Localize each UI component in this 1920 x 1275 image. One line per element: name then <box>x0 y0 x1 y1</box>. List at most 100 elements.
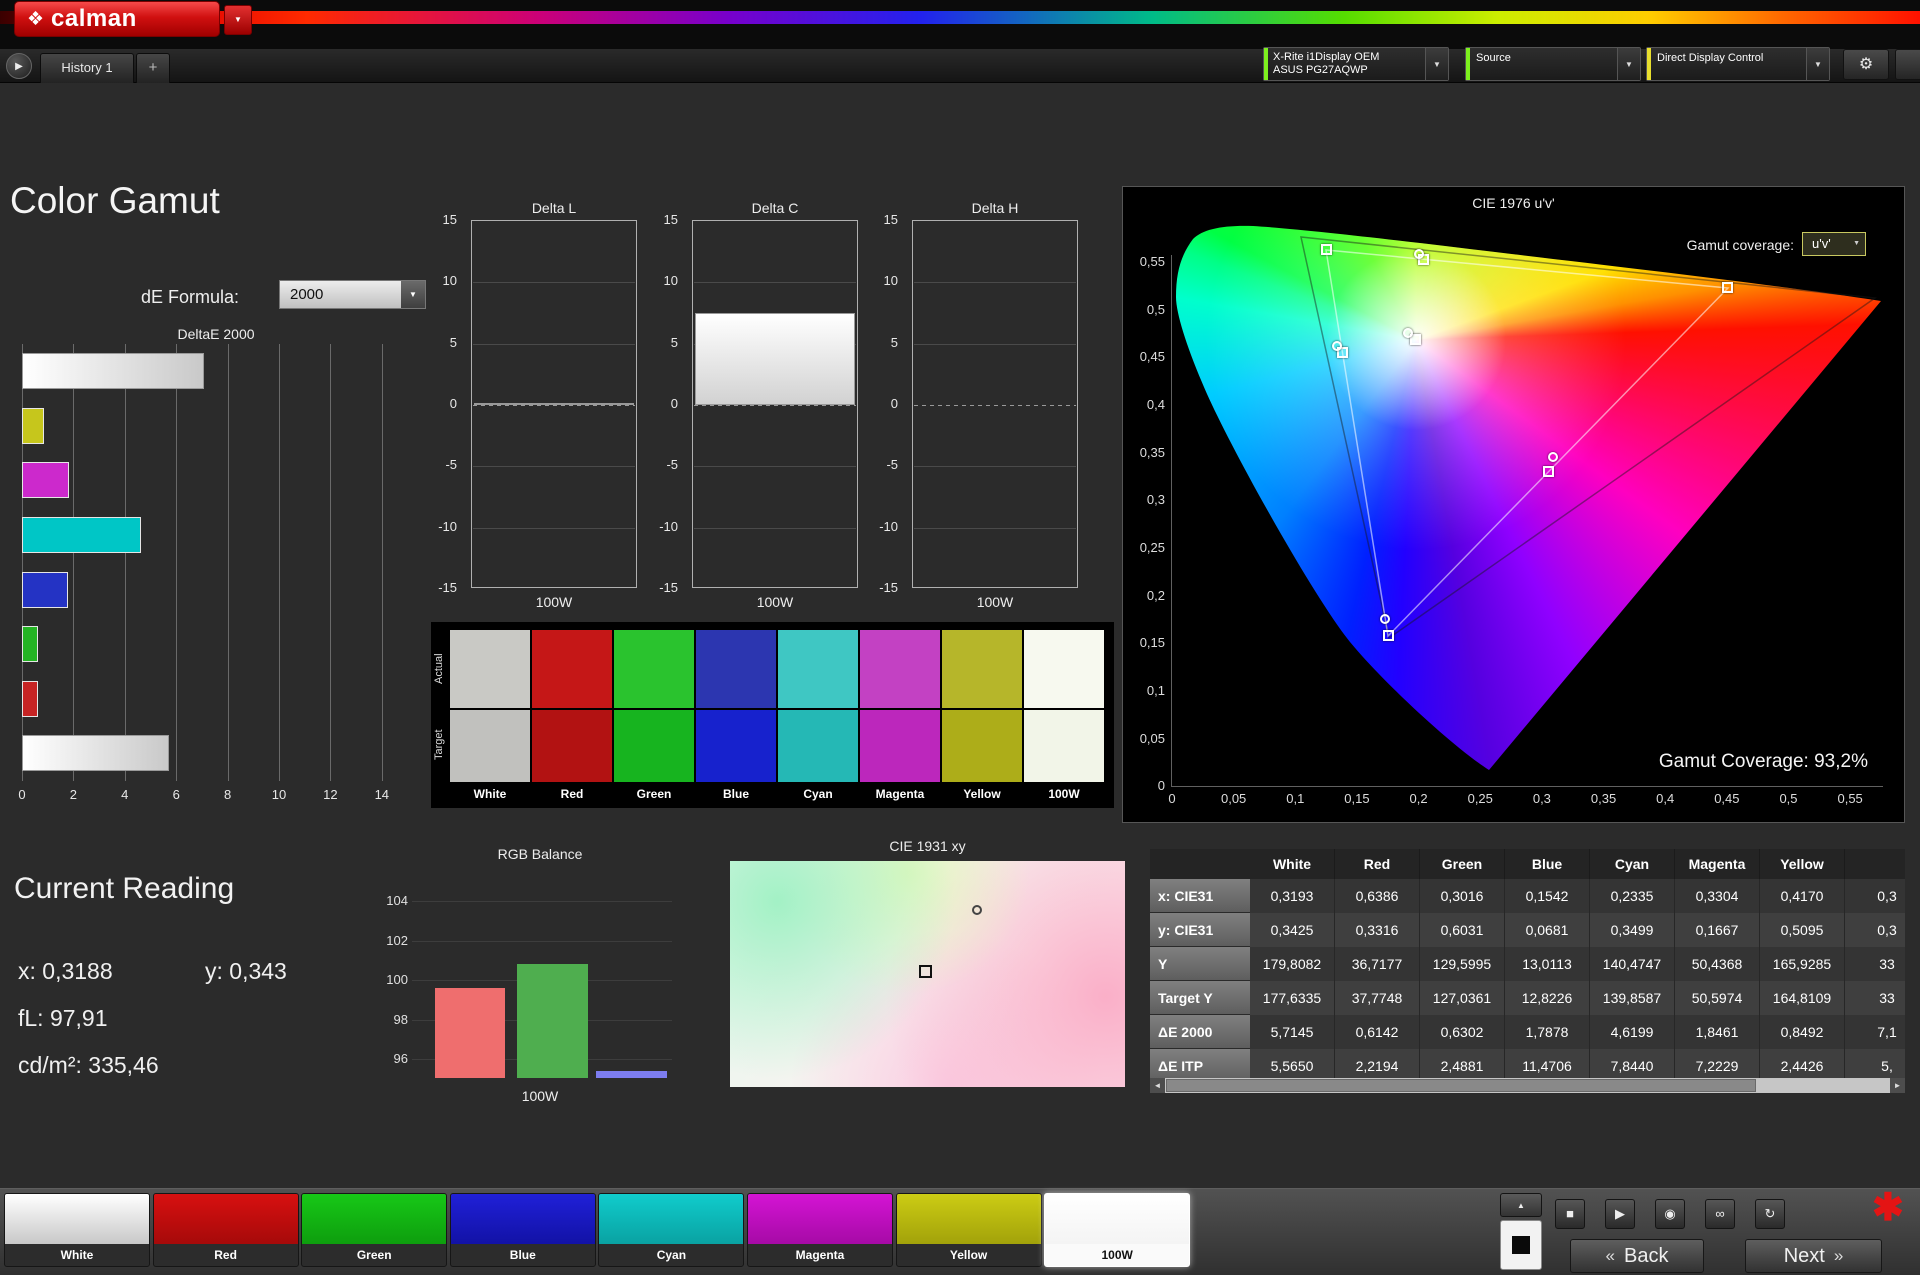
pattern-color <box>748 1194 892 1244</box>
column-header: Green <box>1420 849 1505 879</box>
plot-area <box>692 220 858 588</box>
table-cell: 1,7878 <box>1505 1015 1590 1049</box>
gridline <box>473 527 635 529</box>
column-header: White <box>1250 849 1335 879</box>
tab-history-1[interactable]: History 1 <box>40 53 134 83</box>
row-label: x: CIE31 <box>1150 879 1250 913</box>
stop-icon[interactable]: ■ <box>1555 1199 1585 1229</box>
deltae-x-axis: 0 2 4 6 8 10 12 14 <box>18 787 422 805</box>
pattern-window-button[interactable] <box>1500 1220 1542 1270</box>
table-cell: 0,1542 <box>1505 879 1590 913</box>
y-tick-label: 10 <box>883 273 898 289</box>
circle-marker <box>971 904 982 915</box>
display-control-label: Direct Display Control <box>1657 52 1764 64</box>
scroll-left-icon[interactable]: ◄ <box>1150 1078 1165 1093</box>
swatch-label: Green <box>636 787 672 801</box>
source-dropdown[interactable]: Source ▼ <box>1465 47 1641 81</box>
gridline <box>412 940 672 942</box>
gear-icon: ⚙ <box>1858 56 1874 73</box>
gridline <box>473 282 635 284</box>
swatch-label: Red <box>560 787 584 801</box>
pattern-bar: White Red Green Blue Cyan Magenta Yellow 100W ▲… <box>0 1187 1920 1275</box>
chart-title: Delta H <box>971 200 1019 216</box>
y-tick-label: 0 <box>449 396 457 411</box>
table-cell: 179,8082 <box>1250 947 1335 981</box>
y-axis-labels: 15 10 5 0 -5 -10 -15 <box>415 200 463 620</box>
plot-area <box>471 220 637 588</box>
x-axis-label: 100W <box>535 594 573 610</box>
pattern-button-blue[interactable]: Blue <box>449 1193 596 1267</box>
chevrons-left-icon: « <box>1605 1246 1615 1265</box>
meter-dropdown[interactable]: X-Rite i1Display OEM ASUS PG27AQWP ▼ <box>1263 47 1449 81</box>
table-horizontal-scrollbar[interactable]: ◄ ► <box>1150 1078 1905 1093</box>
display-control-dropdown[interactable]: Direct Display Control ▼ <box>1646 47 1830 81</box>
next-button[interactable]: Next » <box>1745 1239 1882 1273</box>
chevron-down-icon[interactable]: ▼ <box>1806 48 1829 80</box>
calman-logo[interactable]: ❖ calman <box>14 1 220 37</box>
pattern-button-yellow[interactable]: Yellow <box>895 1193 1042 1267</box>
tab-scroll-button[interactable]: ▶ <box>6 53 32 79</box>
swatch-actual-magenta <box>860 630 940 708</box>
chevron-down-icon[interactable]: ▼ <box>1425 48 1448 80</box>
column-header: Cyan <box>1590 849 1675 879</box>
table-cell: 165,9285 <box>1760 947 1845 981</box>
pattern-button-white[interactable]: White <box>4 1193 150 1267</box>
deltae-2000-chart: DeltaE 2000 0 2 4 6 8 10 12 14 <box>18 326 422 808</box>
measurement-markers <box>1123 187 1904 822</box>
play-icon[interactable]: ▶ <box>1605 1199 1635 1229</box>
table-cell: 0,6386 <box>1335 879 1420 913</box>
y-tick-label: 104 <box>386 893 408 908</box>
scrollbar-thumb[interactable] <box>1166 1079 1756 1092</box>
table-cell: 0,2335 <box>1590 879 1675 913</box>
gamut-coverage-dropdown[interactable]: u'v' ▼ <box>1802 232 1866 256</box>
table-cell: 7,1 <box>1845 1015 1905 1049</box>
gridline <box>914 527 1076 529</box>
gridline <box>381 344 383 781</box>
pattern-label: Red <box>214 1248 237 1262</box>
gridline <box>694 405 856 406</box>
swatch-actual-cyan <box>778 630 858 708</box>
x-tick-label: 8 <box>223 787 232 802</box>
gridline <box>914 343 1076 345</box>
chart-title: RGB Balance <box>497 846 583 862</box>
y-tick-label: -10 <box>659 518 678 534</box>
pattern-button-cyan[interactable]: Cyan <box>598 1193 745 1267</box>
pattern-color <box>1045 1194 1190 1244</box>
add-tab-button[interactable]: + <box>136 53 170 83</box>
chart-title: Delta C <box>751 200 799 216</box>
table-cell: 4,6199 <box>1590 1015 1675 1049</box>
scroll-right-icon[interactable]: ► <box>1890 1078 1905 1093</box>
chart-title: CIE 1976 u'v' <box>1472 195 1555 211</box>
row-label: ΔE 2000 <box>1150 1015 1250 1049</box>
de-formula-dropdown[interactable]: 2000 ▼ <box>279 280 426 309</box>
gridline <box>330 344 332 781</box>
continuous-icon[interactable]: ∞ <box>1705 1199 1735 1229</box>
table-cell: 140,4747 <box>1590 947 1675 981</box>
column-header: Red <box>1335 849 1420 879</box>
pattern-color <box>896 1194 1041 1244</box>
delta-c-chart: Delta C 15 10 5 0 -5 -10 -15 100W <box>636 200 860 620</box>
table-cell: 177,6335 <box>1250 981 1335 1015</box>
logo-menu-button[interactable]: ▼ <box>224 5 252 35</box>
record-icon[interactable]: ◉ <box>1655 1199 1685 1229</box>
settings-button[interactable]: ⚙ <box>1843 49 1889 80</box>
back-button[interactable]: « Back <box>1570 1239 1704 1273</box>
table-cell: 127,0361 <box>1420 981 1505 1015</box>
refresh-icon[interactable]: ↻ <box>1755 1199 1785 1229</box>
swatch-actual-red <box>532 630 612 708</box>
measured-marker-magenta <box>1547 452 1558 463</box>
square-marker <box>919 965 933 979</box>
table-cell: 37,7748 <box>1335 981 1420 1015</box>
table-cell: 13,0113 <box>1505 947 1590 981</box>
chevron-down-icon[interactable]: ▼ <box>1617 48 1640 80</box>
deltae-bar-blue <box>22 571 68 608</box>
pattern-options-button[interactable]: ▲ <box>1500 1193 1542 1217</box>
gridline <box>473 466 635 468</box>
pattern-button-green[interactable]: Green <box>301 1193 448 1267</box>
pattern-button-red[interactable]: Red <box>152 1193 299 1267</box>
pattern-button-magenta[interactable]: Magenta <box>747 1193 893 1267</box>
partial-toolbar-button[interactable] <box>1895 49 1920 80</box>
pattern-button-100w[interactable]: 100W <box>1044 1193 1191 1267</box>
swatch-label: Cyan <box>803 787 833 801</box>
table-cell: 0,3316 <box>1335 913 1420 947</box>
